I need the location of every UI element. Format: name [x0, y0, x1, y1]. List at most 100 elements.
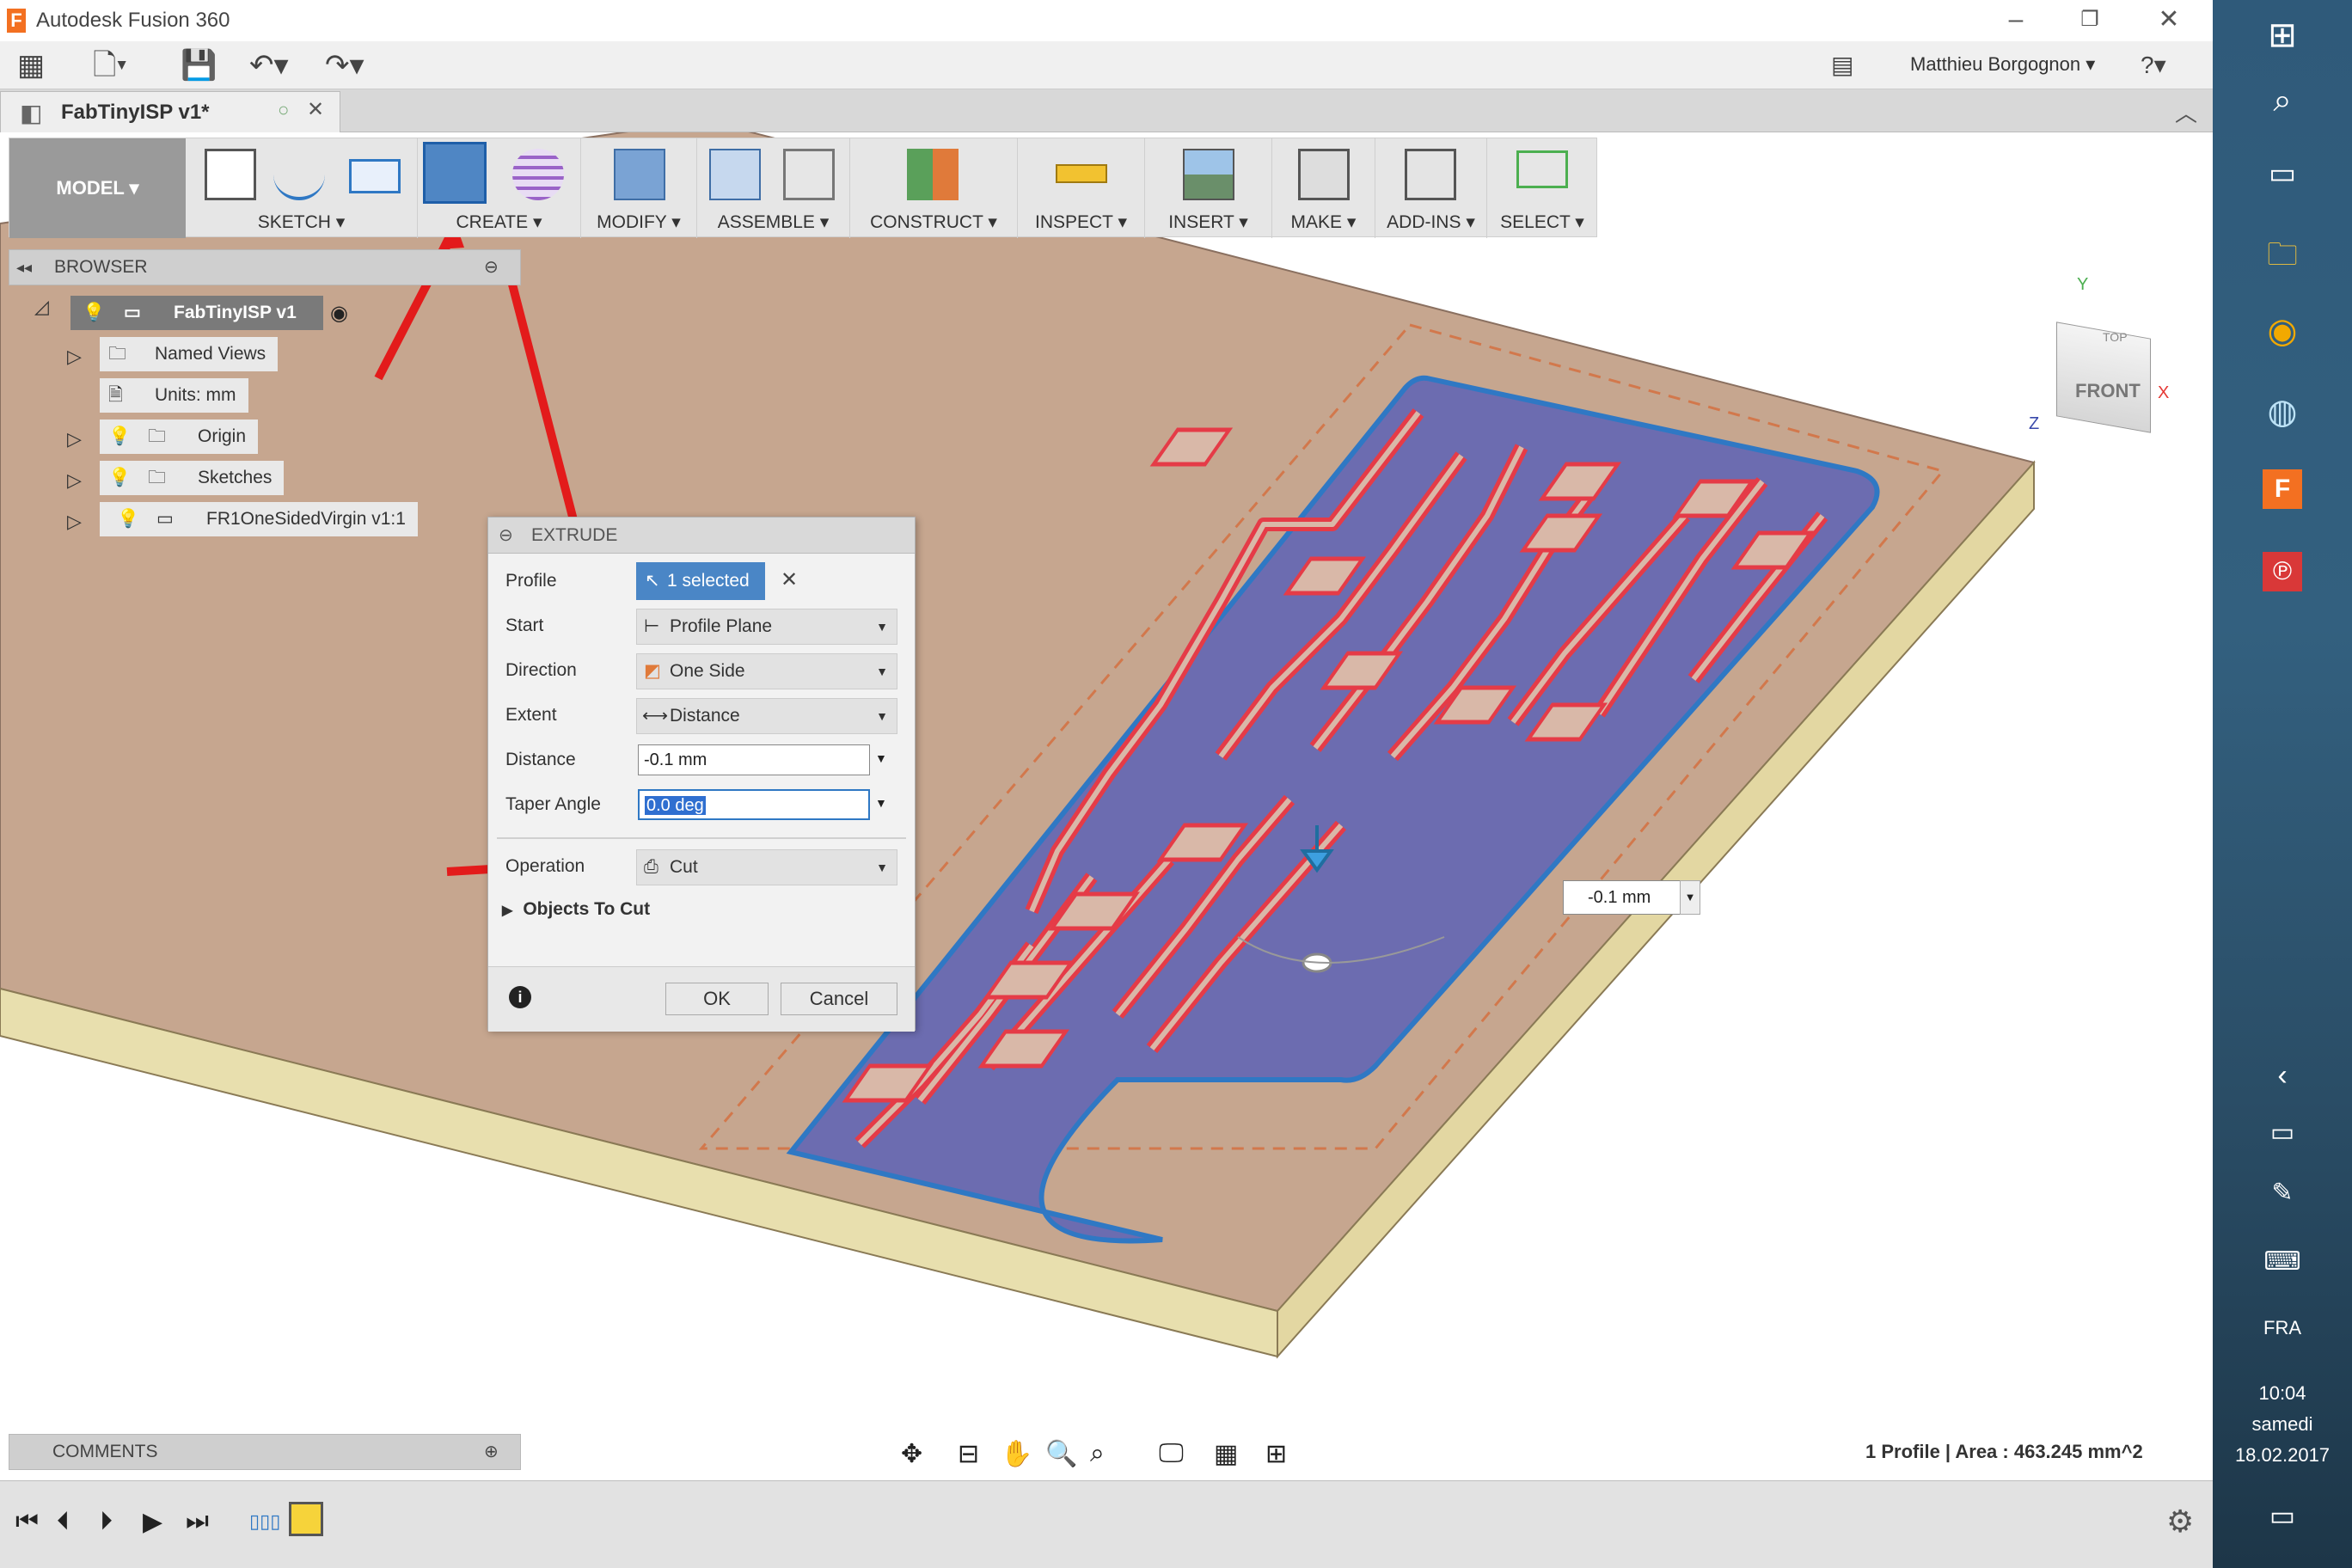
extrude-dialog-header[interactable]: ⊖ EXTRUDE	[488, 518, 915, 554]
create-sketch-icon[interactable]	[205, 149, 256, 200]
clear-selection-icon[interactable]: ✕	[781, 567, 798, 592]
grid-settings-icon[interactable]: ▦	[1214, 1439, 1238, 1469]
minimize-button[interactable]: –	[1975, 0, 2056, 41]
sketch-menu-label[interactable]: SKETCH ▾	[186, 211, 417, 233]
distance-options-icon[interactable]: ▼	[875, 751, 887, 765]
restore-button[interactable]: ❐	[2049, 0, 2130, 41]
assemble-group[interactable]: ASSEMBLE ▾	[697, 138, 850, 238]
select-menu-label[interactable]: SELECT ▾	[1487, 211, 1597, 233]
fit-icon[interactable]: ⌕	[1090, 1439, 1105, 1468]
distance-input[interactable]: -0.1 mm	[638, 744, 870, 775]
chrome-icon[interactable]: ◉	[2213, 311, 2352, 351]
look-at-icon[interactable]: ⊟	[958, 1439, 979, 1469]
expand-origin-icon[interactable]: ▷	[67, 428, 82, 450]
measure-ruler-icon[interactable]	[1056, 164, 1107, 183]
browser-panel-header[interactable]: ◂◂ BROWSER ⊖	[9, 249, 521, 285]
insert-image-icon[interactable]	[1183, 149, 1234, 200]
browser-root-node[interactable]: 💡 ▭ FabTinyISP v1	[70, 296, 323, 330]
clock-date[interactable]: 18.02.2017	[2213, 1444, 2352, 1467]
data-panel-grid-icon[interactable]: ▦	[17, 48, 45, 83]
direction-dropdown[interactable]: ◩ One Side ▼	[636, 653, 897, 689]
addins-group[interactable]: ADD-INS ▾	[1375, 138, 1487, 238]
pcb-model-scene[interactable]	[0, 132, 2213, 1479]
help-icon[interactable]: ?▾	[2141, 48, 2166, 83]
create-menu-label[interactable]: CREATE ▾	[418, 211, 580, 233]
collapse-chevron-icon[interactable]: ︿	[2175, 96, 2197, 128]
inspect-group[interactable]: INSPECT ▾	[1018, 138, 1145, 238]
timeline-body-marker-icon[interactable]: ▯▯▯	[249, 1510, 280, 1533]
browser-item-fr1-body[interactable]: 💡 ▭ FR1OneSidedVirgin v1:1	[100, 502, 418, 536]
close-tab-icon[interactable]: ✕	[307, 97, 324, 122]
operation-dropdown[interactable]: ⎙ Cut ▼	[636, 849, 897, 885]
3d-print-icon[interactable]	[1298, 149, 1350, 200]
browser-item-units[interactable]: 🗎 Units: mm	[100, 378, 248, 413]
cancel-button[interactable]: Cancel	[781, 983, 897, 1015]
taper-angle-input[interactable]: 0.0 deg	[638, 789, 870, 820]
battery-icon[interactable]: ▭	[2213, 1118, 2352, 1148]
make-group[interactable]: MAKE ▾	[1272, 138, 1375, 238]
document-tab[interactable]: ◧ FabTinyISP v1* ○ ✕	[0, 91, 340, 132]
expand-named-views-icon[interactable]: ▷	[67, 346, 82, 368]
go-to-start-icon[interactable]: ⏮	[15, 1507, 39, 1536]
presenter-app-icon[interactable]: ℗	[2213, 552, 2352, 591]
activate-radio-icon[interactable]: ◉	[330, 301, 348, 326]
clock-day[interactable]: samedi	[2213, 1413, 2352, 1436]
assemble-menu-label[interactable]: ASSEMBLE ▾	[697, 211, 849, 233]
app-mask-icon[interactable]: ◍	[2213, 392, 2352, 432]
visibility-bulb-icon[interactable]: 💡	[83, 296, 105, 330]
file-menu-icon[interactable]: 🗋▾	[93, 48, 127, 83]
objects-to-cut-expander[interactable]: ▶ Objects To Cut	[502, 899, 650, 920]
step-forward-icon[interactable]: ▶	[143, 1507, 162, 1537]
expand-sketches-icon[interactable]: ▷	[67, 469, 82, 492]
save-icon[interactable]: 💾	[181, 48, 217, 83]
close-button[interactable]: ✕	[2128, 0, 2209, 41]
browser-item-named-views[interactable]: 🗀 Named Views	[100, 337, 279, 371]
zoom-icon[interactable]: 🔍	[1045, 1439, 1077, 1469]
joint-icon[interactable]	[783, 149, 835, 200]
insert-group[interactable]: INSERT ▾	[1145, 138, 1272, 238]
display-settings-icon[interactable]: 🖵	[1159, 1439, 1184, 1468]
form-sphere-icon[interactable]	[512, 149, 564, 200]
info-icon[interactable]: i	[509, 986, 531, 1008]
spline-icon[interactable]	[273, 149, 325, 200]
expand-body-icon[interactable]: ▷	[67, 511, 82, 533]
pan-hand-icon[interactable]: ✋	[1001, 1439, 1032, 1469]
profile-selection-button[interactable]: ↖ 1 selected	[636, 562, 765, 600]
viewports-icon[interactable]: ⊞	[1265, 1439, 1287, 1469]
start-dropdown[interactable]: ⊢ Profile Plane ▼	[636, 609, 897, 645]
user-menu[interactable]: Matthieu Borgognon ▾	[1910, 53, 2095, 76]
visibility-bulb-icon[interactable]: 💡	[108, 420, 131, 454]
workspace-switcher[interactable]: MODEL ▾	[9, 138, 186, 238]
browser-item-sketches[interactable]: 💡 🗀 Sketches	[100, 461, 285, 495]
redo-icon[interactable]: ↷▾	[325, 48, 364, 83]
construct-group[interactable]: CONSTRUCT ▾	[850, 138, 1018, 238]
modify-group[interactable]: MODIFY ▾	[581, 138, 697, 238]
language-indicator[interactable]: FRA	[2213, 1317, 2352, 1339]
inspect-menu-label[interactable]: INSPECT ▾	[1018, 211, 1144, 233]
root-collapse-icon[interactable]: ◿	[34, 296, 49, 318]
collapse-browser-icon[interactable]: ◂◂	[16, 250, 32, 285]
go-to-end-icon[interactable]: ⏭	[186, 1507, 209, 1536]
visibility-bulb-icon[interactable]: 💡	[117, 502, 139, 536]
scripts-addins-icon[interactable]	[1405, 149, 1456, 200]
add-comment-icon[interactable]: ⊕	[484, 1435, 499, 1469]
collapse-dialog-icon[interactable]: ⊖	[499, 518, 513, 554]
canvas-viewport[interactable]: -0.1 mm ▼ FRONT TOP Y X Z	[0, 132, 2213, 1479]
timeline-sketch-feature-icon[interactable]	[289, 1502, 323, 1536]
sketch-group[interactable]: SKETCH ▾	[186, 138, 418, 238]
undo-icon[interactable]: ↶▾	[249, 48, 289, 83]
keyboard-icon[interactable]: ⌨	[2213, 1246, 2352, 1277]
insert-menu-label[interactable]: INSERT ▾	[1145, 211, 1271, 233]
select-group[interactable]: SELECT ▾	[1487, 138, 1597, 238]
rectangle-icon[interactable]	[349, 159, 401, 193]
make-menu-label[interactable]: MAKE ▾	[1272, 211, 1375, 233]
timeline-settings-gear-icon[interactable]: ⚙	[2166, 1504, 2194, 1540]
browser-item-origin[interactable]: 💡 🗀 Origin	[100, 420, 259, 454]
play-icon[interactable]: ⏵	[100, 1507, 113, 1536]
press-pull-icon[interactable]	[614, 149, 665, 200]
windows-start-icon[interactable]: ⊞	[2213, 15, 2352, 55]
addins-menu-label[interactable]: ADD-INS ▾	[1375, 211, 1486, 233]
offset-plane-icon[interactable]	[907, 149, 959, 200]
construct-menu-label[interactable]: CONSTRUCT ▾	[850, 211, 1017, 233]
fusion-taskbar-icon[interactable]: F	[2213, 469, 2352, 509]
